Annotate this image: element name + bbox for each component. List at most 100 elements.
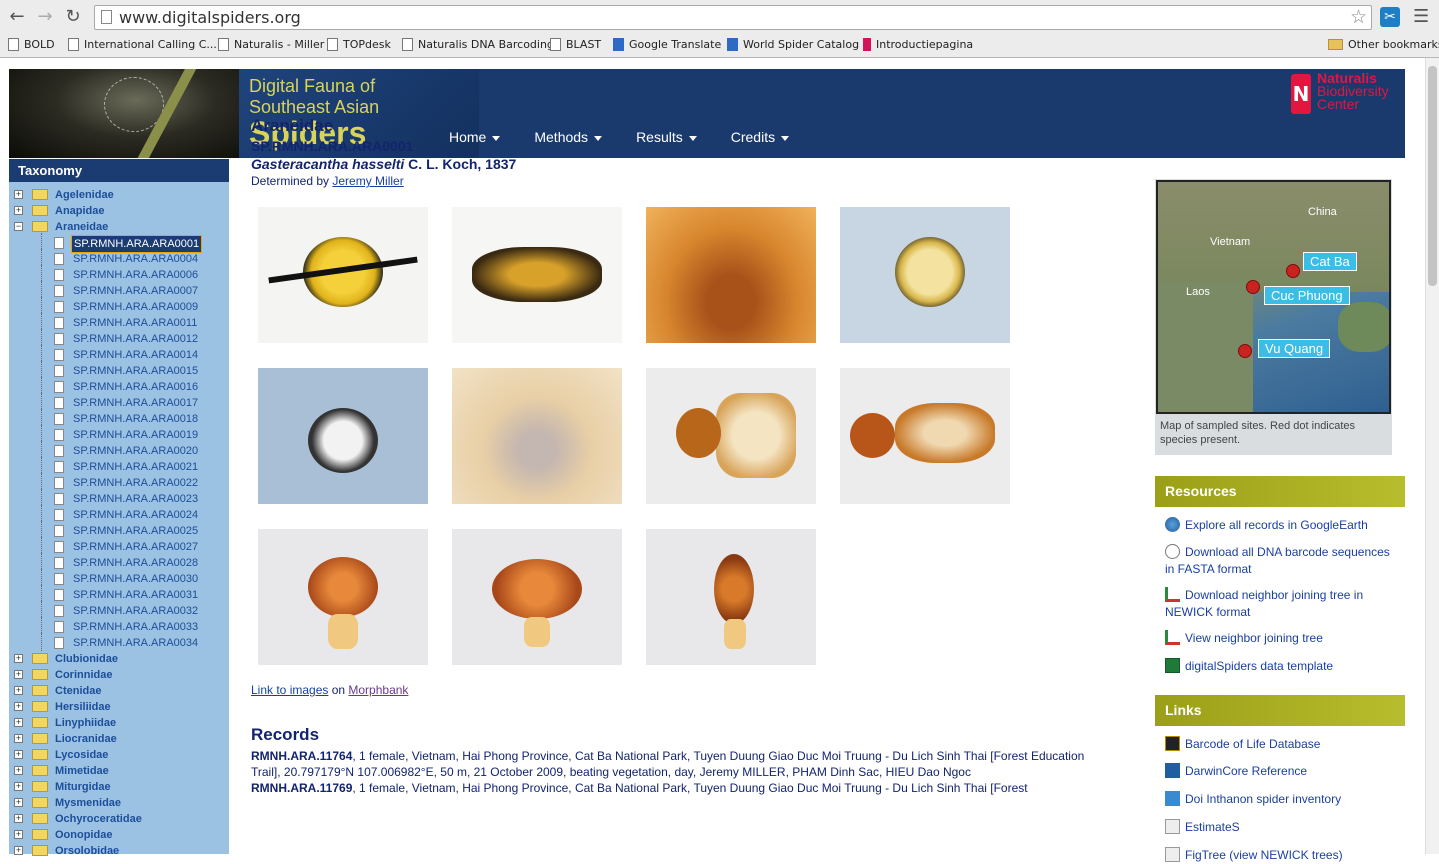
tree-family[interactable]: + Ochyroceratidae xyxy=(14,811,228,827)
expand-icon[interactable]: + xyxy=(14,670,23,679)
specimen-image[interactable] xyxy=(452,529,622,665)
tree-specimen[interactable]: SP.RMNH.ARA.ARA0016 xyxy=(14,377,228,395)
naturalis-logo[interactable]: N Naturalis Biodiversity Center xyxy=(1291,71,1403,118)
tree-specimen[interactable]: SP.RMNH.ARA.ARA0012 xyxy=(14,329,228,347)
other-bookmarks[interactable]: Other bookmarks xyxy=(1328,38,1439,51)
specimen-image[interactable] xyxy=(840,368,1010,504)
tree-specimen[interactable]: SP.RMNH.ARA.ARA0006 xyxy=(14,265,228,283)
bookmark-bold[interactable]: BOLD xyxy=(8,38,55,51)
specimen-image[interactable] xyxy=(452,368,622,504)
specimen-image[interactable] xyxy=(452,207,622,343)
forward-arrow-icon[interactable]: → xyxy=(34,6,56,28)
tree-family[interactable]: + Clubionidae xyxy=(14,651,228,667)
bookmark-star-icon[interactable]: ☆ xyxy=(1350,6,1367,28)
tree-specimen[interactable]: SP.RMNH.ARA.ARA0025 xyxy=(14,521,228,539)
bookmark-naturalis-miller[interactable]: Naturalis - Miller xyxy=(218,38,324,51)
tree-family[interactable]: + Hersiliidae xyxy=(14,699,228,715)
specimen-image[interactable] xyxy=(646,529,816,665)
determiner-link[interactable]: Jeremy Miller xyxy=(332,174,403,188)
tree-specimen[interactable]: SP.RMNH.ARA.ARA0022 xyxy=(14,473,228,491)
bookmark-google-translate[interactable]: Google Translate xyxy=(613,38,721,51)
link-darwincore[interactable]: DarwinCore Reference xyxy=(1165,763,1395,780)
bookmark-topdesk[interactable]: TOPdesk xyxy=(327,38,391,51)
tree-specimen[interactable]: SP.RMNH.ARA.ARA0030 xyxy=(14,569,228,587)
tree-specimen[interactable]: SP.RMNH.ARA.ARA0001 xyxy=(14,233,228,253)
tree-specimen[interactable]: SP.RMNH.ARA.ARA0019 xyxy=(14,425,228,443)
tree-specimen[interactable]: SP.RMNH.ARA.ARA0020 xyxy=(14,441,228,459)
expand-icon[interactable]: + xyxy=(14,702,23,711)
expand-icon[interactable]: + xyxy=(14,190,23,199)
expand-icon[interactable]: + xyxy=(14,686,23,695)
link-estimates[interactable]: EstimateS xyxy=(1165,819,1395,836)
tree-specimen[interactable]: SP.RMNH.ARA.ARA0028 xyxy=(14,553,228,571)
tree-specimen[interactable]: SP.RMNH.ARA.ARA0009 xyxy=(14,297,228,315)
tree-specimen[interactable]: SP.RMNH.ARA.ARA0018 xyxy=(14,409,228,427)
tree-specimen[interactable]: SP.RMNH.ARA.ARA0014 xyxy=(14,345,228,363)
scrollbar-thumb[interactable] xyxy=(1428,66,1437,286)
tree-family[interactable]: + Anapidae xyxy=(14,203,228,219)
link-bold[interactable]: Barcode of Life Database xyxy=(1165,736,1395,753)
expand-icon[interactable]: + xyxy=(14,798,23,807)
tree-family[interactable]: + Orsolobidae xyxy=(14,843,228,859)
bookmark-world-spider-catalog[interactable]: World Spider Catalog xyxy=(727,38,859,51)
bookmark-blast[interactable]: BLAST xyxy=(550,38,601,51)
tree-family[interactable]: + Mysmenidae xyxy=(14,795,228,811)
tree-family[interactable]: + Agelenidae xyxy=(14,187,228,203)
bookmark-calling[interactable]: International Calling C... xyxy=(68,38,217,51)
tree-specimen[interactable]: SP.RMNH.ARA.ARA0021 xyxy=(14,457,228,475)
bookmark-dna-barcoding[interactable]: Naturalis DNA Barcoding xyxy=(402,38,554,51)
resource-googleearth[interactable]: Explore all records in GoogleEarth xyxy=(1165,517,1395,534)
url-text[interactable]: www.digitalspiders.org xyxy=(119,8,301,27)
tree-specimen[interactable]: SP.RMNH.ARA.ARA0027 xyxy=(14,537,228,555)
expand-icon[interactable]: + xyxy=(14,750,23,759)
sites-map[interactable]: China Vietnam Laos Cat Ba Cuc Phuong Vu … xyxy=(1156,180,1391,414)
tree-family[interactable]: + Lycosidae xyxy=(14,747,228,763)
tree-family[interactable]: + Mimetidae xyxy=(14,763,228,779)
expand-icon[interactable]: + xyxy=(14,830,23,839)
specimen-image[interactable] xyxy=(258,368,428,504)
expand-icon[interactable]: + xyxy=(14,718,23,727)
menu-icon[interactable]: ☰ xyxy=(1413,6,1429,27)
tree-specimen[interactable]: SP.RMNH.ARA.ARA0034 xyxy=(14,633,228,651)
specimen-image[interactable] xyxy=(646,368,816,504)
record-id[interactable]: RMNH.ARA.11764 xyxy=(251,749,352,763)
expand-icon[interactable]: + xyxy=(14,782,23,791)
tree-family[interactable]: + Ctenidae xyxy=(14,683,228,699)
expand-icon[interactable]: + xyxy=(14,206,23,215)
resource-template[interactable]: digitalSpiders data template xyxy=(1165,658,1395,675)
tree-family[interactable]: + Oonopidae xyxy=(14,827,228,843)
tree-specimen[interactable]: SP.RMNH.ARA.ARA0004 xyxy=(14,249,228,267)
tree-specimen[interactable]: SP.RMNH.ARA.ARA0015 xyxy=(14,361,228,379)
tree-specimen[interactable]: SP.RMNH.ARA.ARA0011 xyxy=(14,313,228,331)
tree-specimen[interactable]: SP.RMNH.ARA.ARA0033 xyxy=(14,617,228,635)
tree-family[interactable]: + Linyphiidae xyxy=(14,715,228,731)
expand-icon[interactable]: + xyxy=(14,766,23,775)
tree-family[interactable]: + Corinnidae xyxy=(14,667,228,683)
address-bar[interactable]: www.digitalspiders.org ☆ xyxy=(94,5,1372,30)
specimen-image[interactable] xyxy=(646,207,816,343)
reload-icon[interactable]: ↻ xyxy=(62,6,84,28)
tree-specimen[interactable]: SP.RMNH.ARA.ARA0024 xyxy=(14,505,228,523)
bookmark-introductiepagina[interactable]: Introductiepagina xyxy=(863,38,973,51)
record-id[interactable]: RMNH.ARA.11769 xyxy=(251,781,352,795)
specimen-image[interactable] xyxy=(840,207,1010,343)
tree-family[interactable]: − Araneidae xyxy=(14,219,228,235)
tree-family[interactable]: + Miturgidae xyxy=(14,779,228,795)
back-arrow-icon[interactable]: ← xyxy=(6,6,28,28)
resource-fasta[interactable]: Download all DNA barcode sequences in FA… xyxy=(1165,544,1395,578)
morphbank-link[interactable]: Morphbank xyxy=(348,683,408,697)
tree-specimen[interactable]: SP.RMNH.ARA.ARA0017 xyxy=(14,393,228,411)
tree-specimen[interactable]: SP.RMNH.ARA.ARA0023 xyxy=(14,489,228,507)
link-doi-inthanon[interactable]: Doi Inthanon spider inventory xyxy=(1165,791,1395,808)
expand-icon[interactable]: + xyxy=(14,734,23,743)
expand-icon[interactable]: + xyxy=(14,814,23,823)
site-title[interactable]: Digital Fauna of Southeast Asian xyxy=(249,76,379,118)
resource-view-tree[interactable]: View neighbor joining tree xyxy=(1165,630,1395,647)
specimen-image[interactable] xyxy=(258,207,428,343)
link-to-images[interactable]: Link to images xyxy=(251,683,328,697)
expand-icon[interactable]: + xyxy=(14,654,23,663)
tree-specimen[interactable]: SP.RMNH.ARA.ARA0032 xyxy=(14,601,228,619)
tree-specimen[interactable]: SP.RMNH.ARA.ARA0031 xyxy=(14,585,228,603)
scrollbar[interactable] xyxy=(1425,58,1439,854)
extension-icon[interactable]: ✂ xyxy=(1380,7,1400,27)
